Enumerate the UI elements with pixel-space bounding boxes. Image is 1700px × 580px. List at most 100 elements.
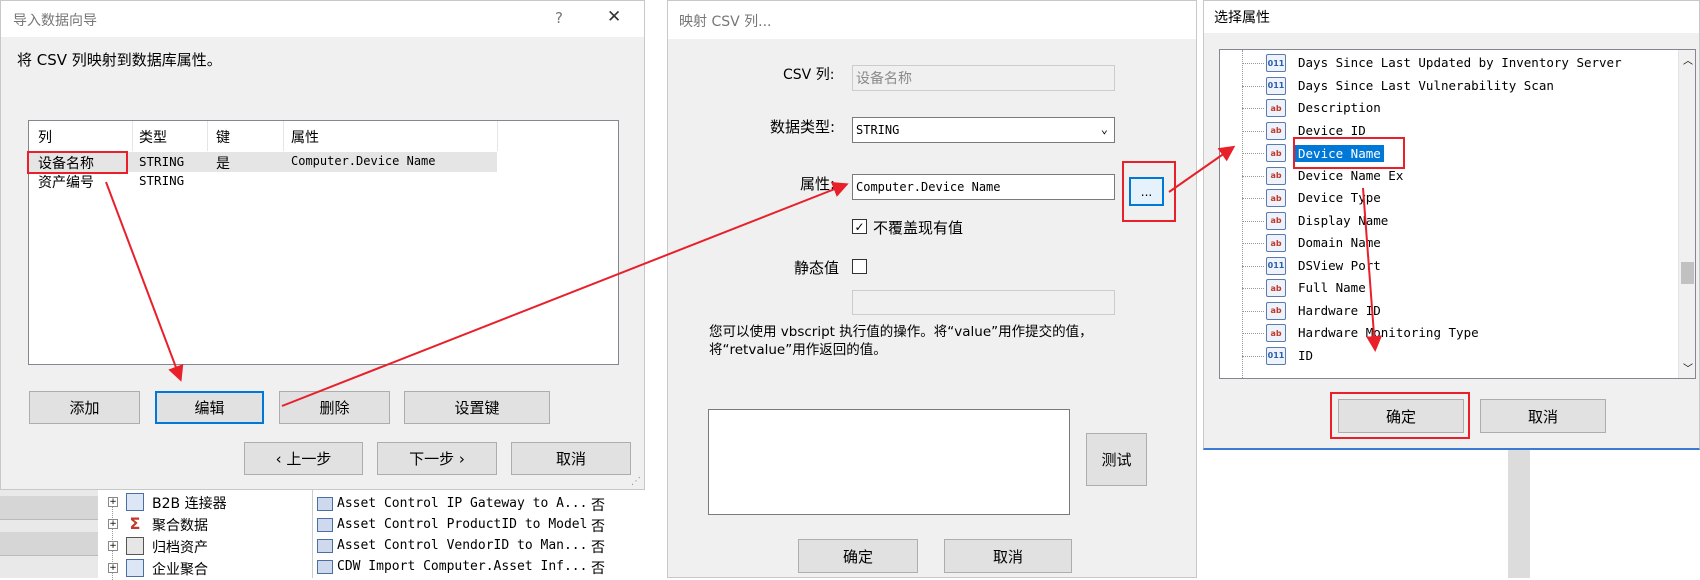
tree-item[interactable]: 011 Days Since Last Updated by Inventory … <box>1220 52 1676 74</box>
map-ok-button[interactable]: 确定 <box>798 539 918 573</box>
delete-button[interactable]: 删除 <box>279 391 390 424</box>
tree-connector <box>1242 153 1264 154</box>
tree-item[interactable]: 011 ID <box>1220 345 1676 367</box>
import-wizard-dialog: 导入数据向导 ? ✕ 将 CSV 列映射到数据库属性。 列 类型 键 属性 设备… <box>0 0 645 490</box>
scroll-up-icon[interactable]: ︿ <box>1683 52 1693 67</box>
column-header[interactable]: 列 <box>38 127 52 147</box>
table-row[interactable]: 资产编号 STRING <box>29 172 497 192</box>
highlight-box <box>1122 161 1176 222</box>
tree-item[interactable]: ab Device ID <box>1220 120 1676 142</box>
list-item-flag: 否 <box>591 561 605 577</box>
column-header[interactable]: 键 <box>216 127 230 147</box>
select-title: 选择属性 <box>1214 10 1270 26</box>
no-overwrite-checkbox[interactable]: ✓ <box>852 219 867 234</box>
help-button[interactable]: ? <box>555 9 563 27</box>
edit-button[interactable]: 编辑 <box>155 391 264 424</box>
column-header[interactable]: 属性 <box>291 127 319 147</box>
background-scrollbar[interactable] <box>1508 442 1530 578</box>
tree-item-label: Hardware ID <box>1298 302 1381 318</box>
map-cancel-button[interactable]: 取消 <box>944 539 1072 573</box>
tree-item[interactable]: ab Full Name <box>1220 277 1676 299</box>
connector-icon <box>126 493 144 511</box>
cancel-button[interactable]: 取消 <box>511 442 631 475</box>
string-type-icon: ab <box>1266 279 1286 297</box>
expand-icon[interactable]: + <box>108 497 118 507</box>
list-item[interactable]: Asset Control IP Gateway to A... 否 <box>317 494 647 515</box>
rule-icon <box>317 518 333 532</box>
column-header[interactable]: 类型 <box>139 127 167 147</box>
tree-item-label: Device ID <box>1298 122 1366 138</box>
tree-item[interactable]: ab Description <box>1220 97 1676 119</box>
tree-item[interactable]: 011 Days Since Last Vulnerability Scan <box>1220 75 1676 97</box>
prev-button[interactable]: ‹ 上一步 <box>244 442 363 475</box>
csv-column-field: 设备名称 <box>852 65 1115 91</box>
tree-connector <box>1242 63 1264 64</box>
no-overwrite-label: 不覆盖现有值 <box>873 219 964 237</box>
cell-attribute: Computer.Device Name <box>291 154 436 168</box>
tree-connector <box>1242 85 1264 87</box>
resize-grip-icon[interactable]: ⋰ <box>631 476 641 487</box>
tree-item[interactable]: ab Hardware Monitoring Type <box>1220 322 1676 344</box>
highlight-box <box>1330 392 1470 439</box>
tree-item[interactable]: ab Device Name Ex <box>1220 165 1676 187</box>
cell-column: 资产编号 <box>38 175 94 191</box>
list-item-name: Asset Control IP Gateway to A... <box>337 496 588 511</box>
select-cancel-button[interactable]: 取消 <box>1480 399 1606 433</box>
attribute-tree[interactable]: 011 Days Since Last Updated by Inventory … <box>1219 49 1696 379</box>
tree-item[interactable]: 011 DSView Port <box>1220 255 1676 277</box>
select-titlebar: 选择属性 <box>1204 1 1699 33</box>
tree-connector <box>1242 108 1264 109</box>
tree-item[interactable]: ab Device Name <box>1220 142 1676 164</box>
string-type-icon: ab <box>1266 211 1286 230</box>
tree-item-label: Full Name <box>1298 280 1366 295</box>
tree-connector <box>1242 130 1264 132</box>
wizard-title: 导入数据向导 <box>13 13 97 29</box>
tree-item[interactable]: ab Display Name <box>1220 210 1676 232</box>
tree-item[interactable]: ab Domain Name <box>1220 232 1676 254</box>
background-list: Asset Control IP Gateway to A... 否 Asset… <box>312 490 645 578</box>
expand-icon[interactable]: + <box>108 563 118 573</box>
list-item[interactable]: Asset Control ProductID to Model 否 <box>317 515 647 536</box>
add-button[interactable]: 添加 <box>29 391 140 424</box>
next-button[interactable]: 下一步 › <box>377 442 497 475</box>
tree-item-label: Device Name Ex <box>1298 167 1404 183</box>
test-button[interactable]: 测试 <box>1086 433 1147 486</box>
tree-item-label: ID <box>1298 347 1314 363</box>
background-window: + B2B 连接器 + Σ 聚合数据 + 归档资产 + 企业聚合 Asset C… <box>0 490 645 580</box>
scroll-thumb[interactable] <box>1681 262 1694 284</box>
tree-item[interactable]: ab Device Type <box>1220 187 1676 209</box>
tree-connector <box>1242 198 1264 199</box>
script-textarea[interactable] <box>708 409 1070 515</box>
list-item[interactable]: CDW Import Computer.Asset Inf... 否 <box>317 557 647 578</box>
string-type-icon: ab <box>1266 324 1286 342</box>
number-type-icon: 011 <box>1266 54 1286 72</box>
static-value-checkbox[interactable] <box>852 259 867 274</box>
list-item-name: CDW Import Computer.Asset Inf... <box>337 559 588 574</box>
string-type-icon: ab <box>1266 144 1286 162</box>
scroll-down-icon[interactable]: ﹀ <box>1683 360 1693 375</box>
expand-icon[interactable]: + <box>108 519 118 529</box>
close-icon[interactable]: ✕ <box>607 7 621 27</box>
sigma-icon: Σ <box>129 514 141 533</box>
attribute-field[interactable]: Computer.Device Name <box>852 174 1115 200</box>
tree-item[interactable]: ab Hardware ID <box>1220 300 1676 322</box>
tree-connector <box>1242 265 1264 267</box>
expand-icon[interactable]: + <box>108 541 118 551</box>
attribute-label: 属性: <box>800 175 836 193</box>
map-column-dialog: 映射 CSV 列... CSV 列: 设备名称 数据类型: STRING ⌄ 属… <box>667 0 1197 578</box>
tree-item-label: 企业聚合 <box>152 562 208 578</box>
tree-item-label: Days Since Last Vulnerability Scan <box>1298 77 1554 93</box>
string-type-icon: ab <box>1266 121 1286 140</box>
vertical-scrollbar[interactable]: ︿ ﹀ <box>1678 50 1695 378</box>
list-item[interactable]: Asset Control VendorID to Man... 否 <box>317 536 647 557</box>
tree-item-label: B2B 连接器 <box>152 496 227 512</box>
wizard-instruction: 将 CSV 列映射到数据库属性。 <box>17 51 222 69</box>
set-key-button[interactable]: 设置键 <box>404 391 550 424</box>
data-type-select[interactable]: STRING ⌄ <box>852 117 1115 143</box>
map-titlebar: 映射 CSV 列... <box>668 1 1196 39</box>
csv-column-label: CSV 列: <box>783 67 835 83</box>
tree-item-label: 聚合数据 <box>152 518 208 534</box>
connector-icon <box>126 559 144 577</box>
tree-connector <box>1242 243 1264 244</box>
data-type-label: 数据类型: <box>770 118 836 136</box>
